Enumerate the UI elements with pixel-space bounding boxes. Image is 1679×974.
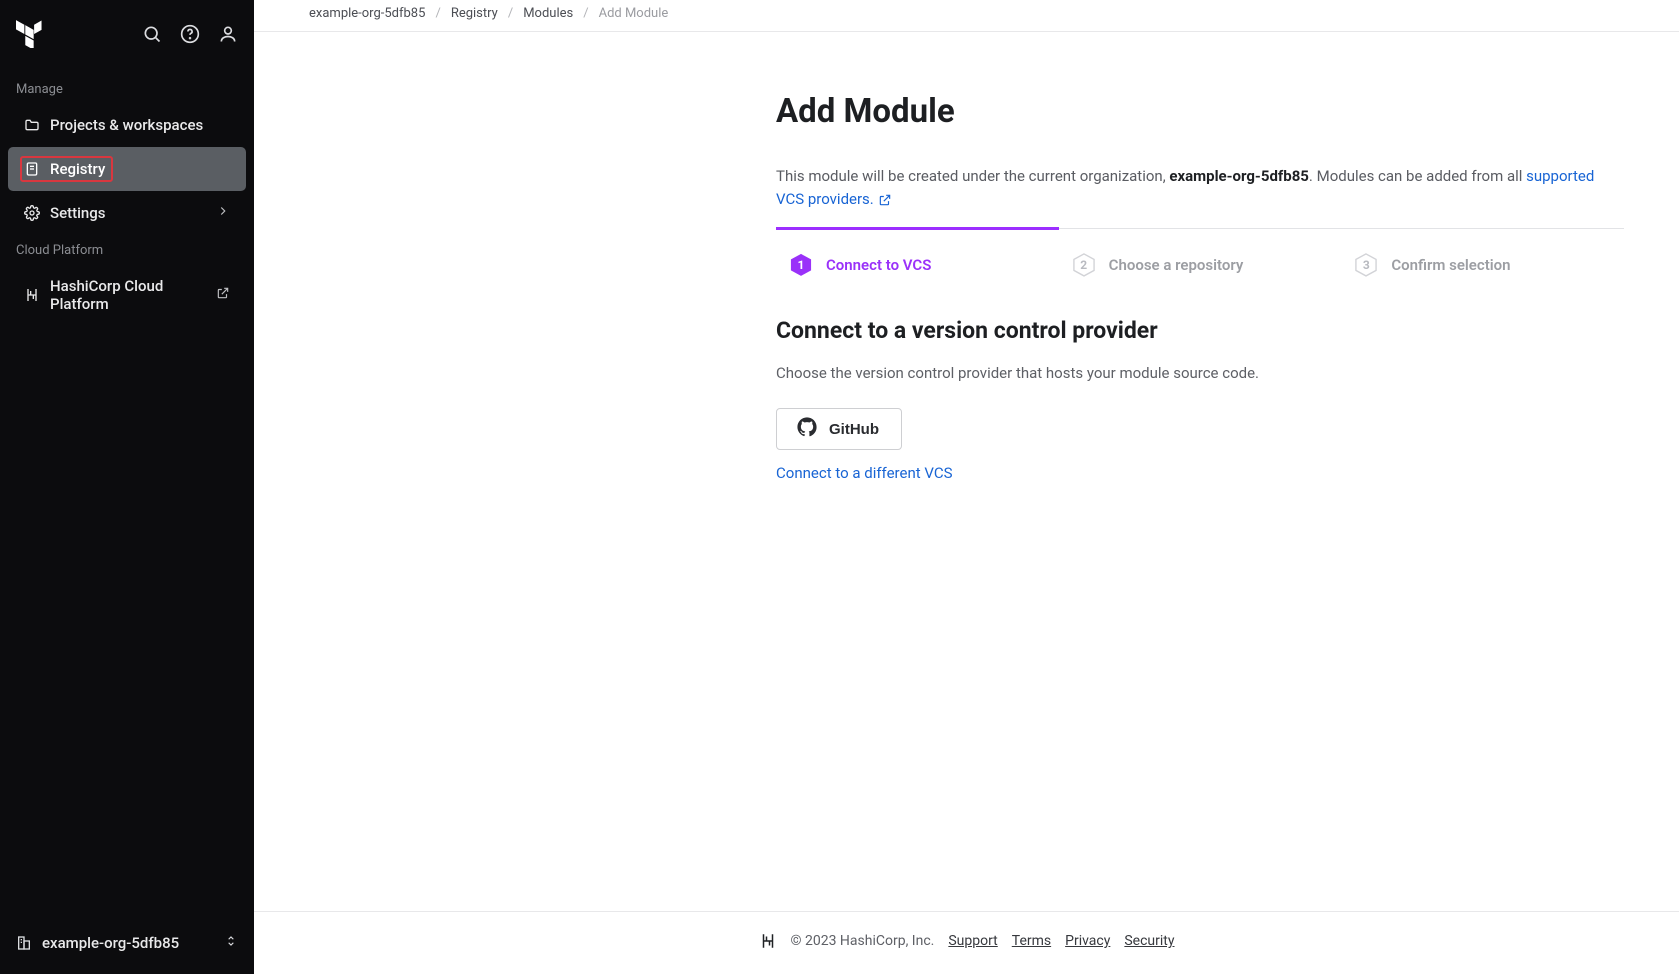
desc-org: example-org-5dfb85 <box>1169 167 1309 185</box>
search-icon[interactable] <box>142 24 162 44</box>
desc-text: . Modules can be added from all <box>1309 167 1526 185</box>
chevron-up-down-icon <box>224 934 238 952</box>
footer-terms-link[interactable]: Terms <box>1012 933 1051 949</box>
github-icon <box>797 417 817 441</box>
step-confirm: 3 Confirm selection <box>1341 229 1624 277</box>
folder-icon <box>24 117 40 133</box>
step-number: 1 <box>798 258 805 272</box>
connect-different-vcs-link[interactable]: Connect to a different VCS <box>776 464 1624 482</box>
hexagon-icon: 3 <box>1355 253 1377 277</box>
help-icon[interactable] <box>180 24 200 44</box>
breadcrumb-org[interactable]: example-org-5dfb85 <box>309 6 425 21</box>
footer-copyright: © 2023 HashiCorp, Inc. <box>791 933 935 949</box>
hexagon-icon: 1 <box>790 253 812 277</box>
sidebar-item-label: Settings <box>50 204 206 222</box>
breadcrumb-current: Add Module <box>599 6 669 21</box>
chevron-right-icon <box>216 204 230 222</box>
footer-privacy-link[interactable]: Privacy <box>1065 933 1110 949</box>
footer-support-link[interactable]: Support <box>948 933 997 949</box>
hashicorp-icon <box>759 932 777 950</box>
sidebar-item-label: Registry <box>50 160 105 178</box>
gear-icon <box>24 205 40 221</box>
breadcrumb-modules[interactable]: Modules <box>523 6 573 21</box>
org-switcher[interactable]: example-org-5dfb85 <box>0 919 254 974</box>
breadcrumb-registry[interactable]: Registry <box>451 6 498 21</box>
github-button[interactable]: GitHub <box>776 408 902 450</box>
page-title: Add Module <box>776 92 1624 131</box>
terraform-logo-icon[interactable] <box>16 20 42 48</box>
section-description: Choose the version control provider that… <box>776 364 1624 382</box>
step-number: 3 <box>1363 258 1370 272</box>
page-description: This module will be created under the cu… <box>776 165 1624 210</box>
sidebar-header <box>0 0 254 72</box>
step-connect-vcs[interactable]: 1 Connect to VCS <box>776 229 1059 277</box>
hexagon-icon: 2 <box>1073 253 1095 277</box>
button-label: GitHub <box>829 421 879 438</box>
sidebar-item-hcp[interactable]: HashiCorp Cloud Platform <box>8 268 246 322</box>
step-label: Confirm selection <box>1391 256 1510 274</box>
footer: © 2023 HashiCorp, Inc. Support Terms Pri… <box>254 911 1679 974</box>
step-indicator <box>776 227 1059 230</box>
footer-security-link[interactable]: Security <box>1124 933 1174 949</box>
organization-icon <box>16 935 32 951</box>
step-indicator <box>1341 227 1624 230</box>
breadcrumb-separator: / <box>583 6 588 21</box>
sidebar-item-projects[interactable]: Projects & workspaces <box>8 107 246 143</box>
sidebar-item-registry[interactable]: Registry <box>8 147 246 191</box>
hashicorp-icon <box>24 287 40 303</box>
section-label-cloud: Cloud Platform <box>0 233 254 266</box>
sidebar: Manage Projects & workspaces Registry Se… <box>0 0 254 974</box>
step-label: Connect to VCS <box>826 256 931 274</box>
sidebar-item-label: HashiCorp Cloud Platform <box>50 277 206 313</box>
user-icon[interactable] <box>218 24 238 44</box>
stepper: 1 Connect to VCS 2 Choose a repository <box>776 228 1624 277</box>
step-indicator <box>1059 227 1342 230</box>
section-label-manage: Manage <box>0 72 254 105</box>
main-content: example-org-5dfb85 / Registry / Modules … <box>254 0 1679 974</box>
step-number: 2 <box>1080 258 1087 272</box>
section-heading: Connect to a version control provider <box>776 317 1624 344</box>
external-link-icon <box>216 286 230 304</box>
org-name: example-org-5dfb85 <box>42 934 214 952</box>
desc-text: This module will be created under the cu… <box>776 167 1169 185</box>
registry-icon <box>24 161 40 177</box>
sidebar-item-settings[interactable]: Settings <box>8 195 246 231</box>
breadcrumb-separator: / <box>435 6 440 21</box>
external-link-icon <box>878 193 892 207</box>
step-label: Choose a repository <box>1109 256 1244 274</box>
step-choose-repo: 2 Choose a repository <box>1059 229 1342 277</box>
sidebar-item-label: Projects & workspaces <box>50 116 230 134</box>
breadcrumb-separator: / <box>508 6 513 21</box>
breadcrumb: example-org-5dfb85 / Registry / Modules … <box>254 0 1679 32</box>
